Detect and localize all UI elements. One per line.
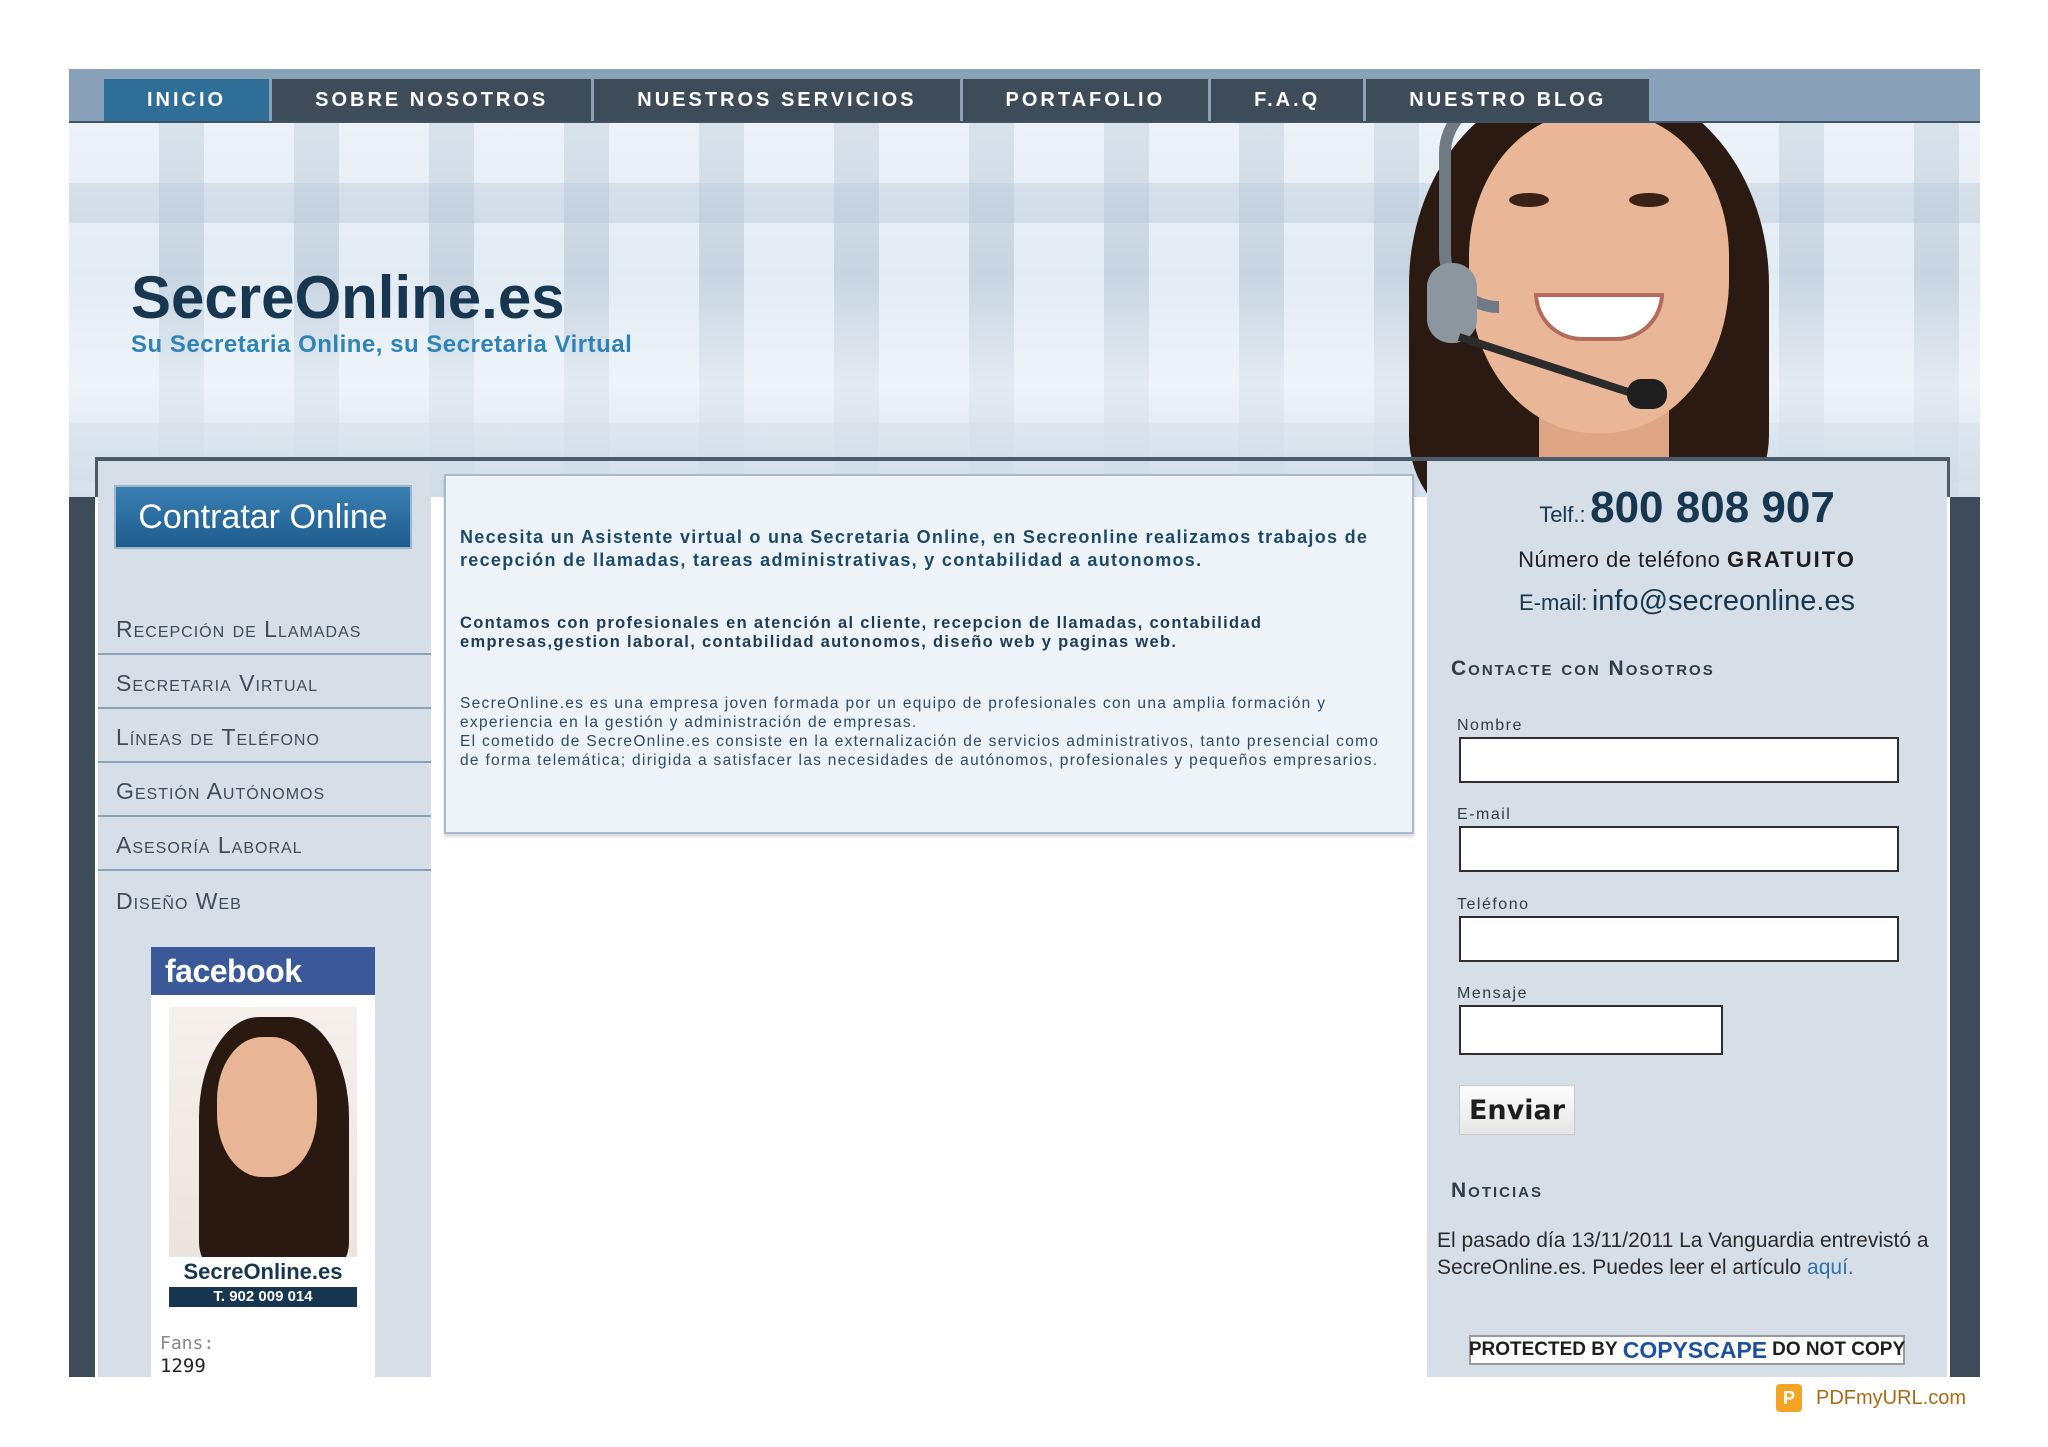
message-field-label: Mensaje [1457, 985, 1528, 1002]
copyscape-brand: COPYSCAPE [1622, 1336, 1768, 1363]
freephone-bold: GRATUITO [1727, 547, 1856, 572]
top-nav-bar: INICIO SOBRE NOSOTROS NUESTROS SERVICIOS… [69, 69, 1980, 123]
facebook-widget[interactable]: facebook SecreOnline.es T. 902 009 014 F… [151, 947, 375, 1377]
nav-item-inicio[interactable]: INICIO [104, 79, 270, 121]
email-label: E-mail: [1518, 590, 1588, 615]
send-button[interactable]: Enviar [1459, 1085, 1575, 1135]
nav-item-sobre-nosotros[interactable]: SOBRE NOSOTROS [272, 79, 592, 121]
message-field[interactable] [1459, 1005, 1723, 1055]
services-menu: Recepción de Llamadas Secretaria Virtual… [98, 601, 431, 925]
news-item: El pasado día 13/11/2011 La Vanguardia e… [1437, 1227, 1937, 1281]
sidebar-item-secretaria-virtual[interactable]: Secretaria Virtual [98, 655, 431, 709]
photo-eye [1629, 193, 1669, 207]
email-field-label: E-mail [1457, 806, 1512, 823]
email-row: E-mail: info@secreonline.es [1427, 585, 1947, 618]
site-title[interactable]: SecreOnline.es [131, 263, 565, 332]
phone-field[interactable] [1459, 916, 1899, 962]
sidebar-item-lineas-telefono[interactable]: Líneas de Teléfono [98, 709, 431, 763]
phone-number[interactable]: 800 808 907 [1590, 483, 1835, 532]
sidebar-item-gestion-autonomos[interactable]: Gestión Autónomos [98, 763, 431, 817]
sidebar-item-recepcion-llamadas[interactable]: Recepción de Llamadas [98, 601, 431, 655]
nav-item-portafolio[interactable]: PORTAFOLIO [962, 79, 1209, 121]
header-banner: SecreOnline.es Su Secretaria Online, su … [69, 123, 1980, 497]
site-subtitle: Su Secretaria Online, su Secretaria Virt… [131, 331, 633, 358]
freephone-prefix: Número de teléfono [1518, 547, 1721, 572]
phone-row: Telf.: 800 808 907 [1427, 483, 1947, 533]
fb-photo-face [217, 1037, 317, 1177]
phone-label: Telf.: [1539, 502, 1586, 527]
mission-paragraph: El cometido de SecreOnline.es consiste e… [460, 733, 1380, 769]
frame-top-right-edge [1947, 457, 1950, 497]
right-sidebar: Telf.: 800 808 907 Número de teléfono GR… [1427, 461, 1947, 1377]
intro-content-box: Necesita un Asistente virtual o una Secr… [444, 474, 1414, 834]
nav-item-nuestro-blog[interactable]: NUESTRO BLOG [1366, 79, 1650, 121]
contratar-online-button[interactable]: Contratar Online [114, 485, 412, 549]
freephone-note: Número de teléfono GRATUITO [1427, 547, 1947, 573]
email-field[interactable] [1459, 826, 1899, 872]
main-nav: INICIO SOBRE NOSOTROS NUESTROS SERVICIOS… [104, 79, 1652, 121]
frame-left-border [69, 497, 95, 1377]
headset-earcup [1427, 263, 1477, 343]
email-address-link[interactable]: info@secreonline.es [1592, 585, 1855, 617]
name-field-label: Nombre [1457, 717, 1523, 734]
phone-field-label: Teléfono [1457, 896, 1530, 913]
copyscape-suffix: DO NOT COPY [1772, 1339, 1906, 1360]
frame-right-border [1950, 497, 1980, 1377]
news-text: El pasado día 13/11/2011 La Vanguardia e… [1437, 1229, 1929, 1279]
pdfmyurl-badge[interactable]: P PDFmyURL.com [1776, 1384, 1966, 1412]
photo-eye [1509, 193, 1549, 207]
copyscape-prefix: PROTECTED BY [1468, 1339, 1618, 1360]
pdfmyurl-icon: P [1776, 1384, 1802, 1412]
news-article-link[interactable]: aquí. [1807, 1256, 1854, 1279]
facebook-page-phone: T. 902 009 014 [169, 1287, 357, 1307]
facebook-page-name: SecreOnline.es [183, 1259, 343, 1284]
contact-form-title: Contacte con Nosotros [1451, 657, 1715, 680]
services-paragraph: Contamos con profesionales en atención a… [460, 614, 1263, 651]
company-paragraph: SecreOnline.es es una empresa joven form… [460, 695, 1327, 731]
left-sidebar: Contratar Online Recepción de Llamadas S… [98, 461, 431, 1377]
microphone-icon [1627, 379, 1667, 409]
facebook-logo[interactable]: facebook [151, 947, 375, 995]
pdfmyurl-link[interactable]: PDFmyURL.com [1816, 1387, 1966, 1410]
copyscape-badge[interactable]: PROTECTED BY COPYSCAPE DO NOT COPY [1469, 1335, 1905, 1365]
nav-item-nuestros-servicios[interactable]: NUESTROS SERVICIOS [594, 79, 960, 121]
intro-paragraph: Necesita un Asistente virtual o una Secr… [460, 527, 1369, 570]
fans-label: Fans: [160, 1333, 215, 1354]
sidebar-item-diseno-web[interactable]: Diseño Web [98, 871, 431, 925]
facebook-profile-photo[interactable] [169, 1007, 357, 1257]
news-title: Noticias [1451, 1179, 1544, 1202]
nav-item-faq[interactable]: F.A.Q [1211, 79, 1364, 121]
fans-count: 1299 [160, 1355, 206, 1377]
name-field[interactable] [1459, 737, 1899, 783]
sidebar-item-asesoria-laboral[interactable]: Asesoría Laboral [98, 817, 431, 871]
header-operator-photo [1309, 123, 1869, 497]
